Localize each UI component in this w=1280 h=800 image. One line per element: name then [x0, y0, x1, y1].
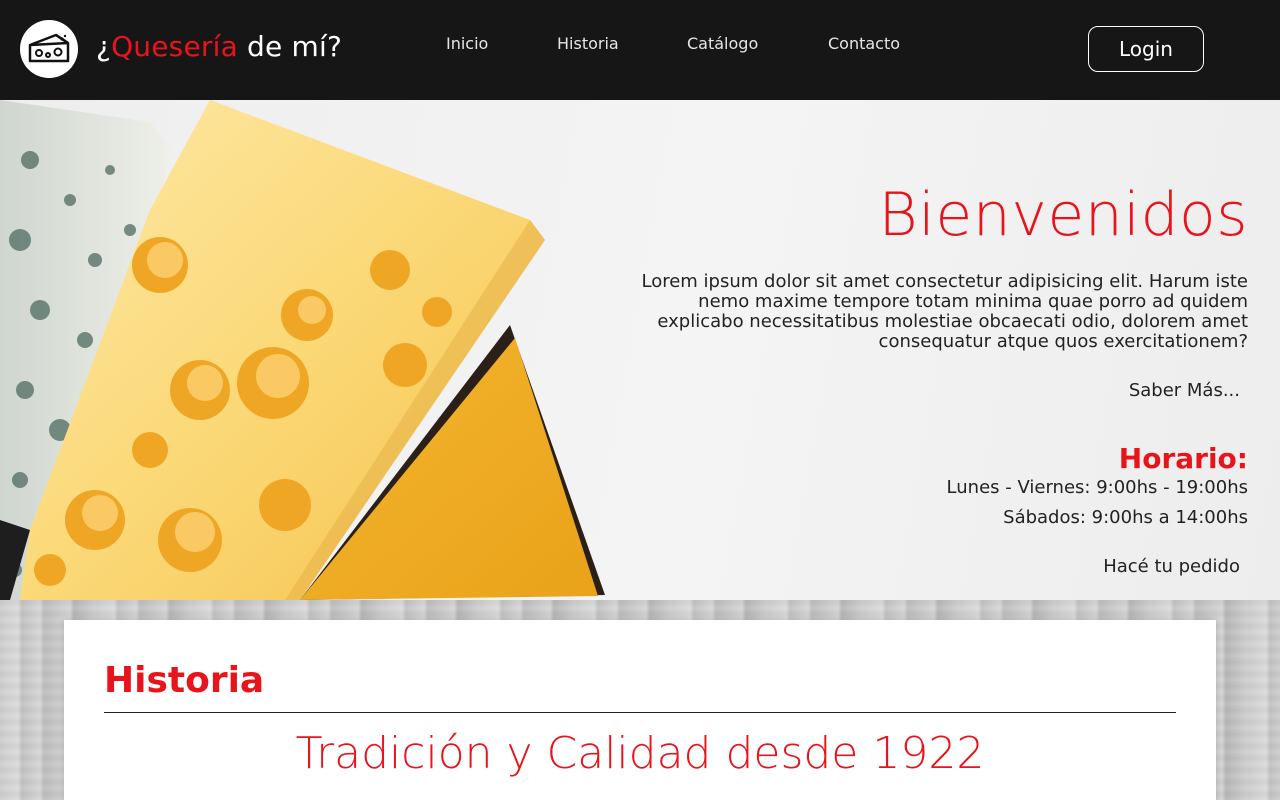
historia-title: Historia	[104, 660, 265, 701]
login-button[interactable]: Login	[1088, 26, 1204, 72]
hero-banner: Bienvenidos Lorem ipsum dolor sit amet c…	[0, 100, 1280, 600]
navbar: ¿Quesería de mí? Inicio Historia Catálog…	[0, 0, 1280, 100]
nav-inicio[interactable]: Inicio	[446, 34, 488, 53]
hours-saturday: Sábados: 9:00hs a 14:00hs	[1003, 507, 1248, 528]
nav-contacto[interactable]: Contacto	[828, 34, 900, 53]
brand-highlight: Quesería	[111, 30, 238, 63]
hero-content: Bienvenidos Lorem ipsum dolor sit amet c…	[608, 100, 1249, 600]
brand-suffix: de mí?	[237, 30, 343, 63]
brand-name[interactable]: ¿Quesería de mí?	[96, 30, 342, 63]
hero-description: Lorem ipsum dolor sit amet consectetur a…	[641, 271, 1249, 352]
logo[interactable]	[20, 20, 78, 78]
divider	[104, 712, 1176, 713]
nav-historia[interactable]: Historia	[557, 34, 619, 53]
hours-weekdays: Lunes - Viernes: 9:00hs - 19:00hs	[946, 477, 1248, 498]
hours-title: Horario:	[1118, 442, 1248, 475]
brand-prefix: ¿	[96, 30, 112, 63]
order-link[interactable]: Hacé tu pedido	[1103, 556, 1240, 577]
cheese-icon	[28, 33, 70, 63]
historia-subtitle: Tradición y Calidad desde 1922	[295, 728, 985, 779]
hero-title: Bienvenidos	[878, 180, 1248, 250]
cheese-image	[0, 100, 605, 600]
historia-section: Historia Tradición y Calidad desde 1922	[64, 620, 1216, 800]
saber-mas-link[interactable]: Saber Más...	[1129, 380, 1240, 401]
nav-catalogo[interactable]: Catálogo	[687, 34, 758, 53]
